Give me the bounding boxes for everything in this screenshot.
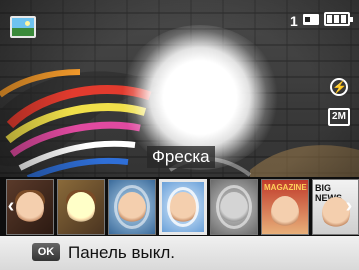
- sun-icon: [25, 21, 30, 26]
- ok-button[interactable]: OK: [32, 243, 60, 261]
- memory-card-icon: [303, 14, 319, 25]
- battery-full-icon: [324, 12, 353, 26]
- thumb-magazine[interactable]: MAGAZINE: [261, 179, 309, 235]
- landscape-photo-icon[interactable]: [10, 16, 36, 38]
- scroll-right-arrow-icon[interactable]: ›: [342, 194, 356, 218]
- thumb-fisheye[interactable]: [108, 179, 156, 235]
- thumb-bw[interactable]: [210, 179, 258, 235]
- shots-remaining: 1: [290, 13, 298, 29]
- flash-auto-icon[interactable]: ⚡: [330, 78, 348, 96]
- thumb-soft[interactable]: [159, 179, 207, 235]
- effect-thumbnail-strip: MAGAZINE BIG NEWS: [0, 177, 359, 236]
- bottom-hint-bar: OK Панель выкл.: [0, 236, 359, 270]
- effect-name-label: Фреска: [147, 146, 215, 168]
- thumb-sepia[interactable]: [57, 179, 105, 235]
- resolution-2m-icon[interactable]: 2M: [328, 108, 350, 126]
- thumb-label: MAGAZINE: [264, 183, 307, 192]
- camera-screen: 1 ⚡ 2M Фреска MAGAZINE BIG NEWS ‹ ›: [0, 0, 359, 270]
- scroll-left-arrow-icon[interactable]: ‹: [4, 194, 18, 218]
- panel-off-hint: Панель выкл.: [68, 243, 175, 262]
